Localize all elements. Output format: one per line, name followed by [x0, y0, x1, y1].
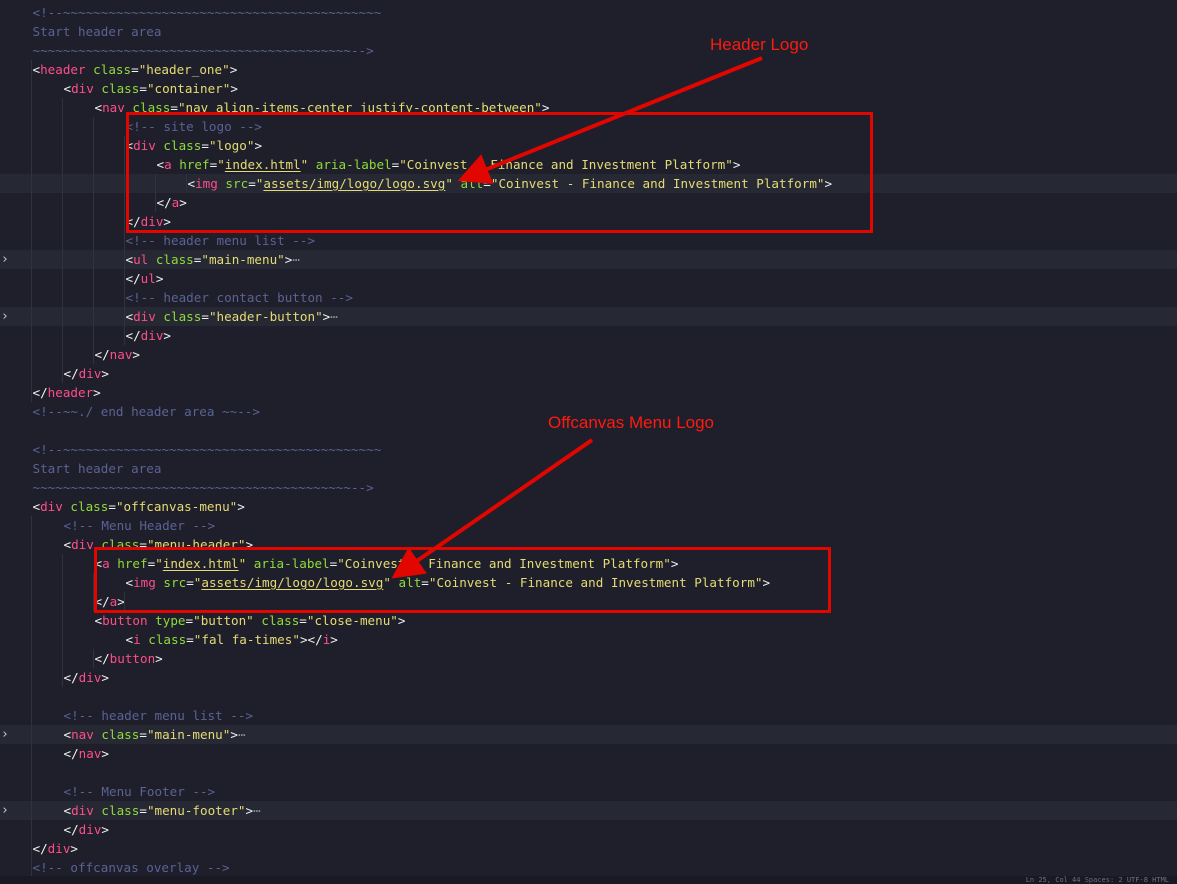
- code-text: ~~~~~~~~~~~~~~~~~~~~~~~~~~~~~~~~~~~~~~~~…: [32, 480, 374, 495]
- code-line[interactable]: </div>: [0, 839, 1177, 858]
- code-text: </div>: [125, 328, 172, 343]
- code-line[interactable]: </header>: [0, 383, 1177, 402]
- code-text: </div>: [63, 366, 110, 381]
- fold-chevron-icon[interactable]: ›: [1, 725, 11, 744]
- code-line[interactable]: [0, 763, 1177, 782]
- fold-chevron-icon[interactable]: ›: [1, 801, 11, 820]
- indent-guide: [92, 649, 94, 668]
- code-line[interactable]: <i class="fal fa-times"></i>: [0, 630, 1177, 649]
- code-text: <!--~~./ end header area ~~-->: [32, 404, 260, 419]
- code-text: <div class="container">: [63, 81, 238, 96]
- folded-ellipsis[interactable]: ⋯: [292, 252, 300, 267]
- code-text: <ul class="main-menu">⋯: [125, 252, 300, 267]
- code-line[interactable]: ~~~~~~~~~~~~~~~~~~~~~~~~~~~~~~~~~~~~~~~~…: [0, 478, 1177, 497]
- code-line[interactable]: <!-- header menu list -->: [0, 231, 1177, 250]
- code-line[interactable]: </div>: [0, 668, 1177, 687]
- code-text: </header>: [32, 385, 101, 400]
- folded-ellipsis[interactable]: ⋯: [238, 727, 246, 742]
- code-line[interactable]: <div class="container">: [0, 79, 1177, 98]
- offcanvas-logo-highlight-box: [94, 547, 831, 613]
- indent-guide: [92, 117, 94, 364]
- code-text: <div class="offcanvas-menu">: [32, 499, 245, 514]
- code-text: <div class="menu-footer">⋯: [63, 803, 261, 818]
- code-text: </div>: [63, 822, 110, 837]
- code-line[interactable]: </button>: [0, 649, 1177, 668]
- fold-chevron-icon[interactable]: ›: [1, 307, 11, 326]
- code-text: <button type="button" class="close-menu"…: [94, 613, 406, 628]
- code-line[interactable]: Start header area: [0, 459, 1177, 478]
- code-text: </div>: [32, 841, 79, 856]
- status-bar: Ln 25, Col 44 Spaces: 2 UTF-8 HTML: [0, 876, 1177, 884]
- indent-guide: [61, 98, 63, 383]
- code-text: <!--~~~~~~~~~~~~~~~~~~~~~~~~~~~~~~~~~~~~…: [32, 442, 382, 457]
- code-line[interactable]: <!-- offcanvas overlay -->: [0, 858, 1177, 877]
- code-text: </button>: [94, 651, 163, 666]
- code-line[interactable]: </nav>: [0, 345, 1177, 364]
- code-line[interactable]: <!--~~~~~~~~~~~~~~~~~~~~~~~~~~~~~~~~~~~~…: [0, 440, 1177, 459]
- code-text: <!-- header contact button -->: [125, 290, 353, 305]
- code-line[interactable]: <!-- Menu Footer -->: [0, 782, 1177, 801]
- fold-chevron-icon[interactable]: ›: [1, 250, 11, 269]
- code-line[interactable]: <!--~~~~~~~~~~~~~~~~~~~~~~~~~~~~~~~~~~~~…: [0, 3, 1177, 22]
- code-line[interactable]: › <nav class="main-menu">⋯: [0, 725, 1177, 744]
- code-line[interactable]: [0, 687, 1177, 706]
- code-text: Start header area: [32, 461, 162, 476]
- code-line[interactable]: › <div class="header-button">⋯: [0, 307, 1177, 326]
- code-line[interactable]: <!-- header menu list -->: [0, 706, 1177, 725]
- status-text: Ln 25, Col 44 Spaces: 2 UTF-8 HTML: [1025, 876, 1169, 884]
- code-line[interactable]: </nav>: [0, 744, 1177, 763]
- code-line[interactable]: Start header area: [0, 22, 1177, 41]
- code-text: </ul>: [125, 271, 164, 286]
- code-line[interactable]: › <div class="menu-footer">⋯: [0, 801, 1177, 820]
- folded-ellipsis[interactable]: ⋯: [330, 309, 338, 324]
- header-logo-annotation: Header Logo: [710, 35, 809, 54]
- code-text: <!--~~~~~~~~~~~~~~~~~~~~~~~~~~~~~~~~~~~~…: [32, 5, 382, 20]
- code-line[interactable]: <!-- Menu Header -->: [0, 516, 1177, 535]
- code-text: <!-- Menu Header -->: [63, 518, 216, 533]
- code-line[interactable]: </div>: [0, 820, 1177, 839]
- code-text: <nav class="main-menu">⋯: [63, 727, 246, 742]
- header-logo-highlight-box: [126, 112, 873, 233]
- code-line[interactable]: <div class="offcanvas-menu">: [0, 497, 1177, 516]
- code-line[interactable]: <header class="header_one">: [0, 60, 1177, 79]
- code-text: ~~~~~~~~~~~~~~~~~~~~~~~~~~~~~~~~~~~~~~~~…: [32, 43, 374, 58]
- code-text: <header class="header_one">: [32, 62, 238, 77]
- code-text: <i class="fal fa-times"></i>: [125, 632, 338, 647]
- code-line[interactable]: </div>: [0, 364, 1177, 383]
- indent-guide: [30, 516, 32, 877]
- code-line[interactable]: <button type="button" class="close-menu"…: [0, 611, 1177, 630]
- indent-guide: [30, 60, 32, 402]
- indent-guide: [61, 554, 63, 687]
- code-text: <!-- Menu Footer -->: [63, 784, 216, 799]
- code-text: </div>: [63, 670, 110, 685]
- folded-ellipsis[interactable]: ⋯: [253, 803, 261, 818]
- code-text: <!-- offcanvas overlay -->: [32, 860, 230, 875]
- code-line[interactable]: </ul>: [0, 269, 1177, 288]
- code-text: <div class="header-button">⋯: [125, 309, 338, 324]
- code-text: </nav>: [63, 746, 110, 761]
- indent-guide: [123, 136, 125, 345]
- code-text: </nav>: [94, 347, 141, 362]
- code-line[interactable]: ~~~~~~~~~~~~~~~~~~~~~~~~~~~~~~~~~~~~~~~~…: [0, 41, 1177, 60]
- code-line[interactable]: <!-- header contact button -->: [0, 288, 1177, 307]
- code-text: <!-- header menu list -->: [125, 233, 316, 248]
- offcanvas-logo-annotation: Offcanvas Menu Logo: [548, 413, 715, 432]
- code-line[interactable]: </div>: [0, 326, 1177, 345]
- code-line[interactable]: › <ul class="main-menu">⋯: [0, 250, 1177, 269]
- code-text: Start header area: [32, 24, 162, 39]
- code-text: <!-- header menu list -->: [63, 708, 254, 723]
